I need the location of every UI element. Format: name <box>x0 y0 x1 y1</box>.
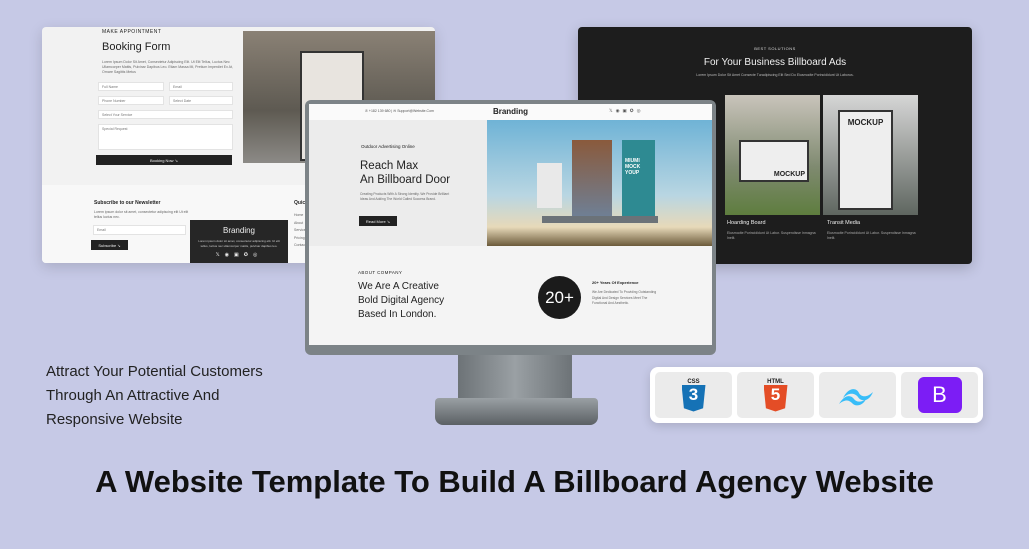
monitor: ✆ +182 139 680 | ✉ Support@Website.Com B… <box>305 100 716 355</box>
about-eyebrow: ABOUT COMPANY <box>358 270 403 275</box>
subscribe-button[interactable]: Subscribe ↘ <box>91 240 128 250</box>
tailwind-badge <box>819 372 896 418</box>
hero-desc: Creating Products With A Strong Identity… <box>360 192 450 201</box>
site-brand[interactable]: Branding <box>309 107 712 116</box>
tagline-line: Attract Your Potential Customers <box>46 363 263 380</box>
footer-brand-desc: Lorem ipsum dolor sit amet, consectetur … <box>198 239 280 248</box>
phone-field[interactable]: Phone Number <box>98 96 164 105</box>
full-name-field[interactable]: Full Name <box>98 82 164 91</box>
bootstrap-icon: B <box>917 377 962 413</box>
years-badge: 20+ <box>538 276 581 319</box>
newsletter-email-input[interactable]: Email <box>93 225 186 235</box>
about-title-line: Bold Digital Agency <box>358 295 445 306</box>
solutions-desc: Lorem Ipsum Dolor Sit Amet Consecte Tura… <box>696 73 854 77</box>
footer-brand-box: Branding Lorem ipsum dolor sit amet, con… <box>190 220 288 263</box>
hero-title-line: Reach Max <box>360 160 419 172</box>
service-select[interactable]: Select Your Service <box>98 110 233 119</box>
date-field[interactable]: Select Date <box>169 96 233 105</box>
solutions-title: For Your Business Billboard Ads <box>703 57 847 68</box>
hero-title: Reach Max An Billboard Door <box>360 159 450 187</box>
hoarding-board-image: MOCKUP <box>725 95 820 215</box>
html5-badge: HTML 5 <box>737 372 814 418</box>
newsletter-desc: Lorem ipsum dolor sit amet, consectetur … <box>94 210 189 219</box>
booking-title: Booking Form <box>102 41 171 53</box>
headline: A Website Template To Build A Billboard … <box>95 464 934 499</box>
poster-woman <box>572 140 612 216</box>
special-request-field[interactable]: Special Request <box>98 124 233 150</box>
booking-eyebrow: MAKE APPOINTMENT <box>102 29 162 35</box>
years-desc: We Are Dedicated To Providing Outstandin… <box>592 290 657 305</box>
tagline: Attract Your Potential Customers Through… <box>46 360 263 432</box>
card-title: Transit Media <box>827 220 861 226</box>
social-icons[interactable]: 𝕏◉▣✪◎ <box>609 108 644 114</box>
about-title-line: We Are A Creative <box>358 281 439 292</box>
newsletter-title: Subscribe to our Newsletter <box>94 200 161 206</box>
hero-eyebrow: Outdoor Advertising Online <box>361 144 415 149</box>
monitor-stand-base <box>435 398 598 425</box>
card-desc: Eiusmodte Porincididunt Ut Labor. Suspen… <box>827 231 916 240</box>
tech-badges: CSS 3 HTML 5 B <box>650 367 983 423</box>
css3-icon: 3 <box>681 384 706 412</box>
html-label: HTML <box>767 378 784 385</box>
about-title: We Are A Creative Bold Digital Agency Ba… <box>358 280 444 322</box>
poster-teal: MIUMI MOCK YOUP <box>622 140 655 216</box>
html5-icon: 5 <box>763 384 788 412</box>
booking-now-button[interactable]: Booking Now ↘ <box>96 155 232 165</box>
monitor-stand-neck <box>458 355 572 401</box>
footer-brand-name: Branding <box>222 226 256 235</box>
social-icons[interactable]: 𝕏◉▣✪◎ <box>190 252 288 258</box>
about-title-line: Based In London. <box>358 309 437 320</box>
css-label: CSS <box>687 378 700 385</box>
website-preview: ✆ +182 139 680 | ✉ Support@Website.Com B… <box>309 104 712 345</box>
tagline-line: Responsive Website <box>46 411 183 428</box>
tagline-line: Through An Attractive And <box>46 387 220 404</box>
tailwind-icon <box>838 389 873 406</box>
hero-title-line: An Billboard Door <box>360 174 451 186</box>
billboard-base <box>542 216 658 223</box>
years-title: 20+ Years Of Experience <box>592 280 639 285</box>
hero-billboard-image: MIUMI MOCK YOUP <box>487 120 712 246</box>
css3-badge: CSS 3 <box>655 372 732 418</box>
card-title: Hoarding Board <box>727 220 766 226</box>
blank-billboard <box>537 163 562 208</box>
card-desc: Eiusmodte Porincididunt Ut Labor. Suspen… <box>727 231 816 240</box>
booking-desc: Lorem Ipsum Dolor Sit Amet, Consectetur … <box>102 60 233 74</box>
solutions-eyebrow: BEST SOLUTIONS <box>754 46 796 51</box>
email-field[interactable]: Email <box>169 82 233 91</box>
bootstrap-badge: B <box>901 372 978 418</box>
transit-media-image: MOCKUP <box>823 95 918 215</box>
read-more-button[interactable]: Read More ↘ <box>359 216 397 226</box>
